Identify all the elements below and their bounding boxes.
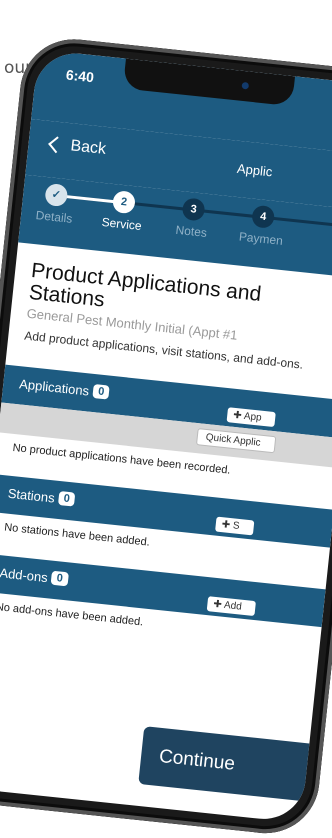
section-title: Applications [18,375,90,399]
count-badge: 0 [92,384,110,400]
step-number: 4 [251,204,276,229]
step-service[interactable]: 2 Service [86,188,160,235]
step-label: Service [101,214,143,234]
quick-application-button[interactable]: Quick Applic [196,427,277,453]
main-content: Product Applications and Stations Genera… [0,242,332,646]
stations-section: Stations 0 ✚ S No stations have been add… [0,473,332,565]
step-number: 3 [181,197,206,222]
phone-notch [122,58,296,107]
section-title: Add-ons [0,564,49,585]
button-label: S [232,520,241,532]
step-number: 2 [111,190,137,215]
plus-icon: ✚ [221,518,231,531]
step-notes[interactable]: 3 Notes [156,195,230,242]
stations-title: Stations 0 [7,485,76,507]
addons-title: Add-ons 0 [0,565,69,587]
button-label: App [243,410,263,424]
addons-section: Add-ons 0 ✚ Add No add-ons have been add… [0,553,326,645]
chevron-left-icon [48,136,66,154]
applications-section: Applications 0 ✚ App Quick Applic No pro… [0,364,332,486]
step-payment[interactable]: 4 Paymen [225,202,299,249]
phone-screen: 6:40 Back Applic ✓ Details 2 Service 3 N… [0,49,332,824]
add-application-button[interactable]: ✚ App [226,406,277,427]
check-icon: ✓ [44,182,69,208]
count-badge: 0 [50,570,69,587]
step-label: Paymen [238,229,284,248]
continue-button[interactable]: Continue [138,726,332,805]
back-button[interactable]: Back [48,135,107,159]
add-addon-button[interactable]: ✚ Add [206,595,257,616]
back-label: Back [69,137,107,158]
count-badge: 0 [57,491,76,507]
plus-icon: ✚ [212,598,223,611]
add-station-button[interactable]: ✚ S [215,516,255,536]
phone-frame: 6:40 Back Applic ✓ Details 2 Service 3 N… [0,34,332,838]
step-label: Details [35,208,74,226]
plus-icon: ✚ [232,409,243,422]
status-time: 6:40 [65,66,95,86]
step-details[interactable]: ✓ Details [18,180,92,227]
step-label: Notes [174,222,208,240]
button-label: Add [223,599,243,613]
nav-title: Applic [236,160,274,180]
camera-icon [241,81,250,90]
section-title: Stations [7,485,56,506]
applications-title: Applications 0 [19,376,110,400]
